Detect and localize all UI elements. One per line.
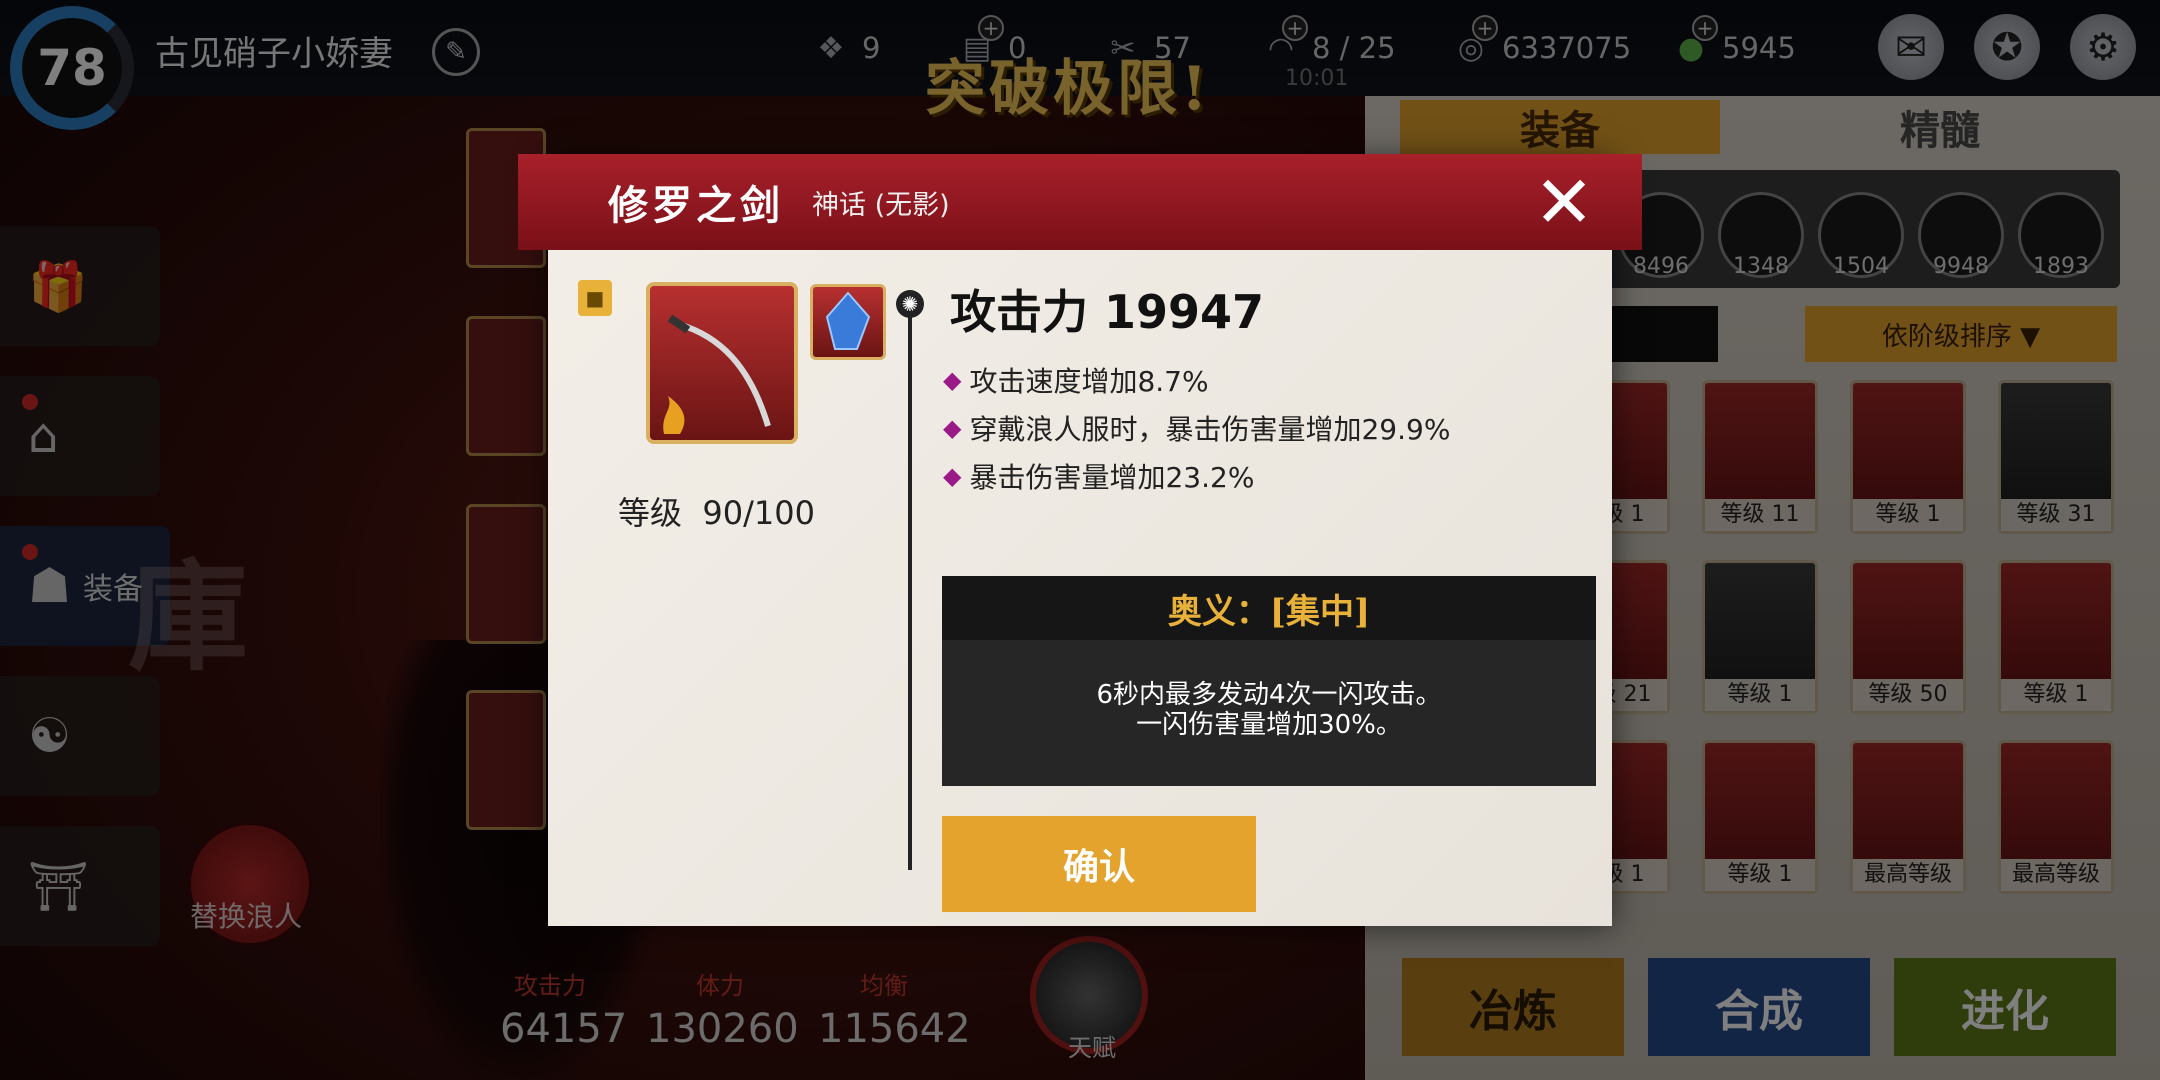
skill-line: 一闪伤害量增加30%。 <box>1136 710 1402 740</box>
weapon-icon <box>646 282 798 444</box>
level-label: 等级 <box>618 494 683 532</box>
level-value: 90/100 <box>702 494 815 532</box>
skill-title: 奥义：[集中] <box>942 576 1596 640</box>
item-rarity: 神话 (无影) <box>812 189 950 221</box>
diamond-icon: ◆ <box>943 462 962 490</box>
attack-power: 攻击力 19947 <box>950 285 1265 339</box>
modal-header: 修罗之剑 神话 (无影) ✕ <box>518 154 1642 250</box>
attribute-row: ◆ 攻击速度增加8.7% <box>943 360 1209 400</box>
attribute-row: ◆ 暴击伤害量增加23.2% <box>943 456 1254 496</box>
lock-icon[interactable]: ■ <box>578 280 612 316</box>
attribute-text: 穿戴浪人服时，暴击伤害量增加29.9% <box>969 413 1451 446</box>
blue-gem-icon[interactable] <box>810 284 886 360</box>
skill-box: 奥义：[集中] 6秒内最多发动4次一闪攻击。 一闪伤害量增加30%。 <box>942 576 1596 786</box>
item-level: 等级 90/100 <box>618 488 815 534</box>
attribute-row: ◆ 穿戴浪人服时，暴击伤害量增加29.9% <box>943 408 1450 448</box>
confirm-button[interactable]: 确认 <box>942 816 1256 912</box>
diamond-icon: ◆ <box>943 366 962 394</box>
attribute-text: 暴击伤害量增加23.2% <box>969 461 1255 494</box>
item-name: 修罗之剑 <box>608 182 784 229</box>
attribute-text: 攻击速度增加8.7% <box>969 365 1209 398</box>
item-detail-modal: 修罗之剑 神话 (无影) ✕ ■ 等级 90/100 ✺ 攻击力 19947 ◆… <box>518 154 1642 926</box>
skill-line: 6秒内最多发动4次一闪攻击。 <box>1096 680 1442 710</box>
divider <box>908 314 912 870</box>
skill-description: 6秒内最多发动4次一闪攻击。 一闪伤害量增加30%。 <box>942 640 1596 740</box>
diamond-icon: ◆ <box>943 414 962 442</box>
close-icon[interactable]: ✕ <box>1526 160 1602 244</box>
swirl-icon: ✺ <box>896 290 924 318</box>
